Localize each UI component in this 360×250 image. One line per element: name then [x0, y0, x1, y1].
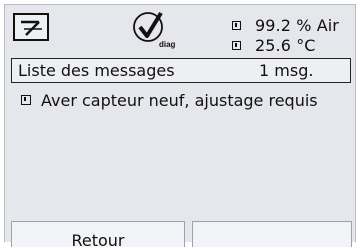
message-text: Aver capteur neuf, ajustage requis	[41, 90, 318, 110]
back-softkey-label: Retour	[71, 231, 125, 250]
sensor-indicator-icon	[21, 95, 31, 105]
air-saturation-reading: 99.2 % Air	[232, 15, 339, 35]
message-list-title: Liste des messages	[18, 61, 175, 80]
diag-label: diag	[159, 40, 176, 49]
display-screen: diag 99.2 % Air 25.6 °C Liste des messag…	[4, 4, 356, 250]
measure-mode-icon[interactable]	[13, 13, 49, 41]
temperature-value: 25.6 °C	[255, 35, 316, 55]
message-list-header[interactable]: Liste des messages 1 msg.	[11, 58, 351, 83]
message-count: 1 msg.	[259, 61, 314, 80]
back-softkey[interactable]: Retour	[11, 221, 185, 250]
air-saturation-value: 99.2 % Air	[255, 15, 339, 35]
temperature-reading: 25.6 °C	[232, 35, 316, 55]
list-item[interactable]: Aver capteur neuf, ajustage requis	[21, 89, 318, 111]
right-softkey[interactable]	[192, 221, 352, 247]
sensor-indicator-icon	[232, 40, 241, 50]
sensor-indicator-icon	[232, 20, 241, 30]
diag-check-icon[interactable]: diag	[131, 10, 177, 50]
